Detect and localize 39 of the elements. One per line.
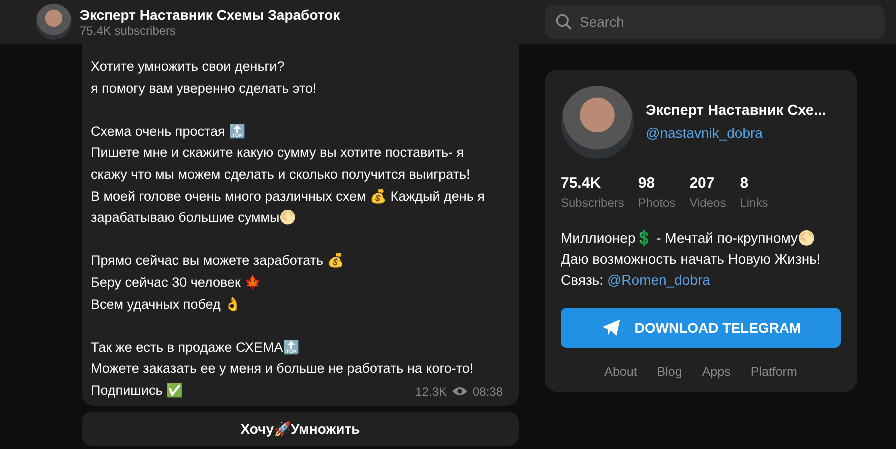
stat-label: Subscribers	[561, 196, 624, 210]
footer-link[interactable]: Blog	[657, 365, 682, 379]
inline-button[interactable]: Хочу🚀Умножить	[82, 412, 519, 446]
message-text: Хотите умножить свои деньги?	[91, 58, 285, 76]
download-button[interactable]: DOWNLOAD TELEGRAM	[561, 308, 841, 348]
description-text: Даю возможность начать Новую Жизнь!	[561, 250, 822, 269]
footer-link[interactable]: Platform	[750, 365, 798, 379]
channel-name: Эксперт Наставник Схе...	[646, 102, 826, 118]
footer-link[interactable]: Apps	[702, 365, 731, 379]
message-text: Подпишись ✅	[91, 382, 184, 400]
message-text: я помогу вам уверенно сделать это!	[91, 80, 317, 98]
stat-value: 75.4K	[561, 175, 602, 192]
message-text: Беру сейчас 30 человек 🍁	[91, 274, 262, 292]
search-field[interactable]: Search	[545, 5, 885, 39]
stat-label: Links	[740, 196, 768, 210]
message-text: Так же есть в продаже СХЕМА🔝	[91, 338, 300, 357]
contact-label: Связь:	[561, 272, 605, 288]
message-text: Схема очень простая 🔝	[91, 122, 246, 141]
channel-username-link[interactable]: @nastavnik_dobra	[646, 124, 763, 140]
stat-value: 98	[638, 175, 656, 192]
stat-label: Videos	[690, 196, 726, 210]
stat-label: Photos	[638, 196, 676, 210]
subscriber-count: 75.4K subscribers	[80, 24, 178, 38]
message-text: Пишете мне и скажите какую сумму вы хотите поставить- я скажу что мы можем сделать и сколько получится выиграть!	[91, 144, 472, 184]
paper-plane-icon	[600, 317, 623, 339]
stat-value: 8	[740, 175, 750, 192]
channel-title: Эксперт Наставник Схемы Заработок	[80, 6, 340, 22]
view-count: 12.3K	[416, 384, 447, 400]
message-text: Можете заказать ее у меня и больше не работать на кого-то!	[91, 360, 474, 378]
description-text: Миллионер💲 - Мечтай по-крупному🌕	[561, 229, 816, 248]
message-time: 08:38	[472, 384, 503, 400]
contact-link[interactable]: @Romen_dobra	[607, 272, 710, 288]
eye-icon	[452, 386, 468, 397]
avatar-photo-placeholder	[36, 4, 72, 40]
message-text: Прямо сейчас вы можете заработать 💰	[91, 252, 344, 270]
message-text: В моей голове очень много различных схем 💰 Каждый день я зарабатываю большие суммы🌕	[91, 188, 486, 228]
footer-link[interactable]: About	[604, 365, 638, 379]
stat-value: 207	[690, 175, 716, 192]
message-text: Всем удачных побед 👌	[91, 296, 242, 314]
